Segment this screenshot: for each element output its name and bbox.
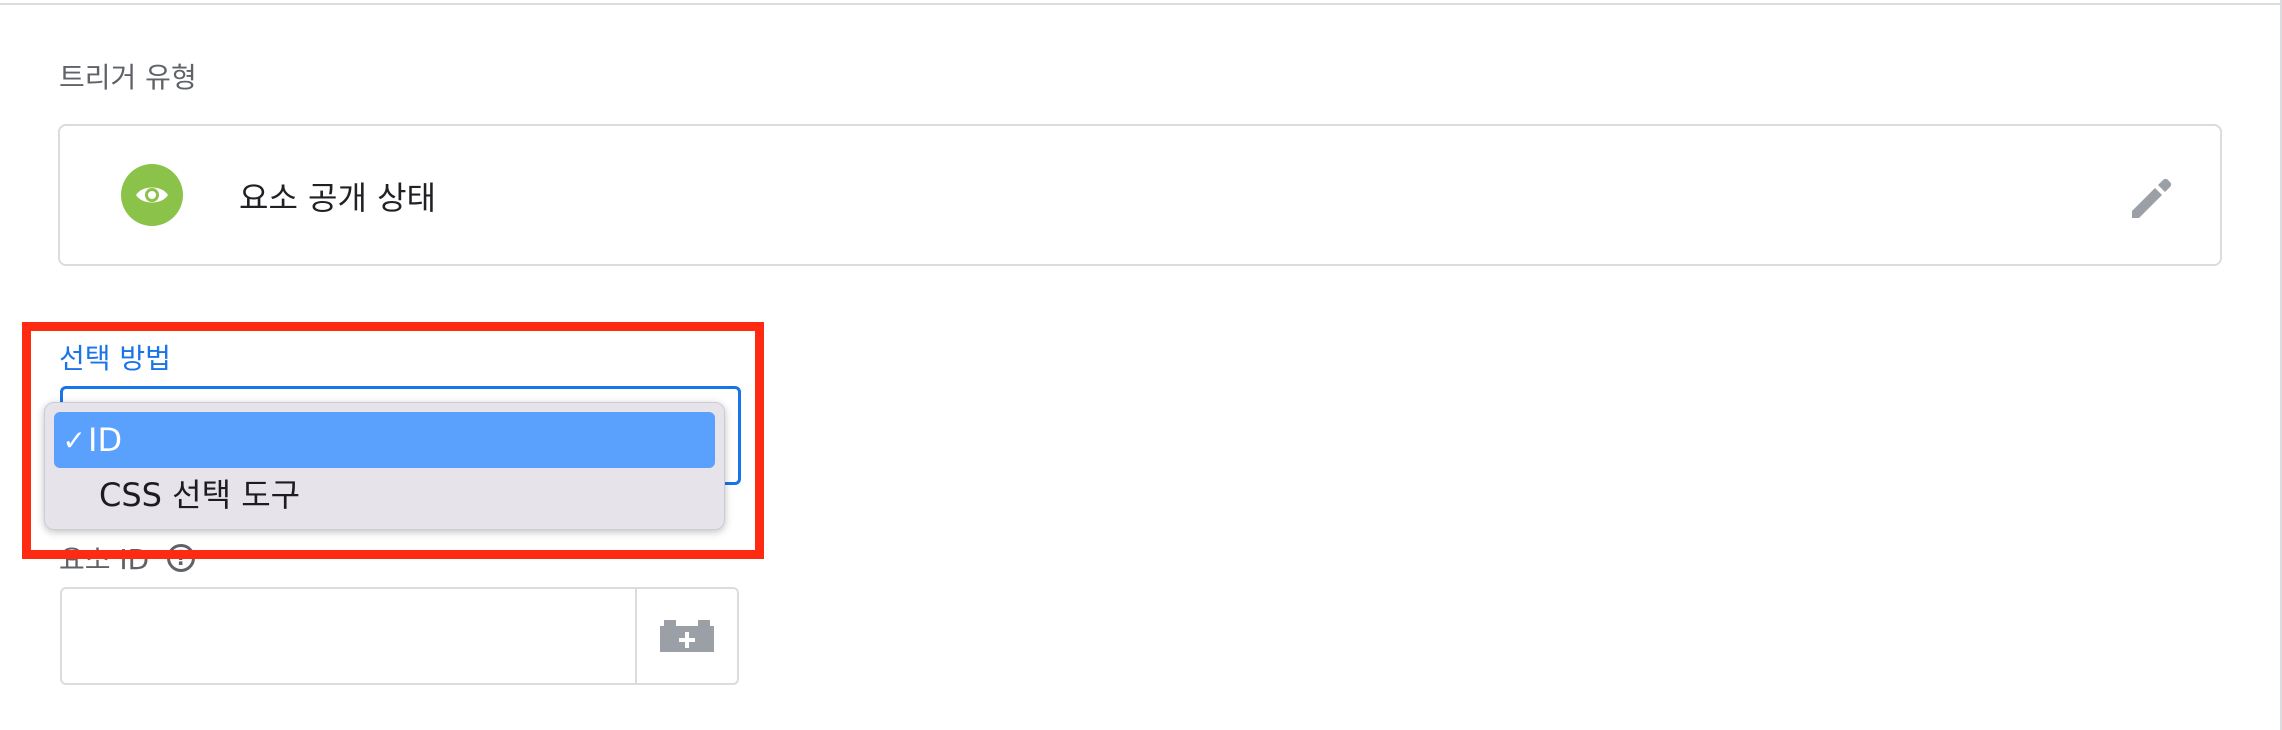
trigger-type-label: 트리거 유형 <box>59 61 197 94</box>
pencil-icon[interactable] <box>2124 171 2178 225</box>
element-id-input[interactable] <box>62 589 634 683</box>
highlight-annotation <box>22 322 764 559</box>
trigger-type-card[interactable]: 요소 공개 상태 <box>58 124 2222 266</box>
eye-icon <box>121 164 183 226</box>
variable-picker-icon <box>660 620 714 652</box>
trigger-type-name: 요소 공개 상태 <box>239 179 436 217</box>
element-id-input-group <box>60 587 739 685</box>
top-divider <box>0 0 2282 5</box>
variable-picker-button[interactable] <box>635 589 737 683</box>
